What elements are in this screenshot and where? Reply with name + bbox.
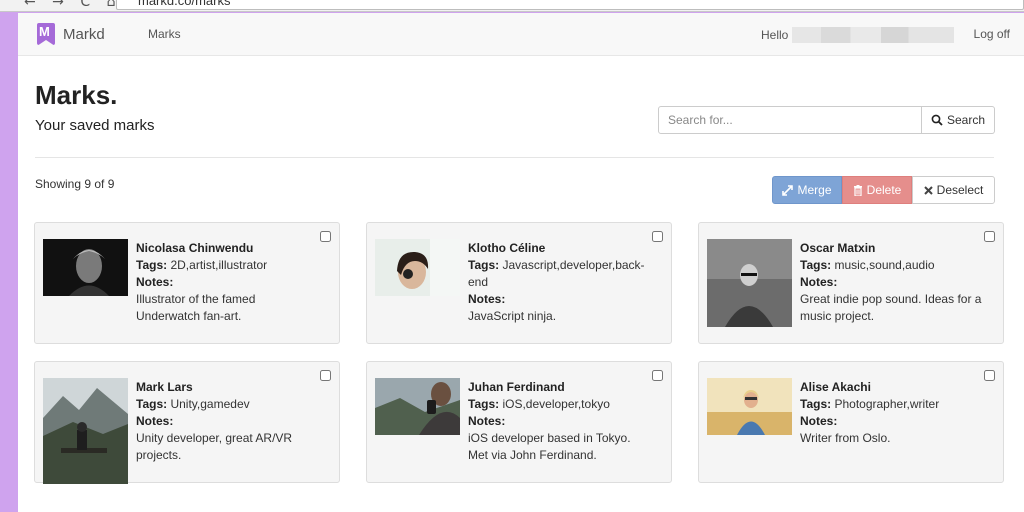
markd-logo-icon: M [37, 23, 55, 46]
mark-tags: iOS,developer,tokyo [502, 397, 610, 411]
mark-details: Alise Akachi Tags: Photographer,writer N… [800, 379, 985, 447]
mark-tags: 2D,artist,illustrator [170, 258, 268, 272]
mark-select-checkbox[interactable] [652, 370, 663, 381]
mark-name: Juhan Ferdinand [468, 380, 565, 394]
address-url: markd.co/marks [138, 0, 231, 8]
mark-select-checkbox[interactable] [652, 231, 663, 242]
nav-link-marks[interactable]: Marks [148, 27, 181, 41]
mark-card[interactable]: Oscar Matxin Tags: music,sound,audio Not… [698, 222, 1004, 344]
mark-details: Mark Lars Tags: Unity,gamedev Notes: Uni… [136, 379, 321, 464]
mark-select-checkbox[interactable] [320, 231, 331, 242]
user-greeting: Hello [761, 27, 955, 43]
search-button-label: Search [946, 113, 986, 127]
brand-name: Markd [63, 25, 105, 43]
mark-name: Alise Akachi [800, 380, 871, 394]
logoff-link[interactable]: Log off [974, 27, 1010, 41]
mark-details: Juhan Ferdinand Tags: iOS,developer,toky… [468, 379, 653, 464]
mark-notes: Unity developer, great AR/VR projects. [136, 431, 293, 462]
mark-details: Oscar Matxin Tags: music,sound,audio Not… [800, 240, 985, 325]
mark-card[interactable]: Mark Lars Tags: Unity,gamedev Notes: Uni… [34, 361, 340, 484]
notes-label: Notes: [468, 292, 506, 306]
mark-card[interactable]: Juhan Ferdinand Tags: iOS,developer,toky… [366, 361, 672, 483]
merge-label: Merge [797, 183, 832, 197]
search-button[interactable]: Search [922, 106, 995, 134]
mark-photo [707, 239, 792, 327]
page: M Markd Marks Hello Log off Marks. Your … [18, 13, 1024, 512]
mark-photo [43, 239, 128, 296]
mark-card[interactable]: Alise Akachi Tags: Photographer,writer N… [698, 361, 1004, 483]
mark-select-checkbox[interactable] [320, 370, 331, 381]
mark-tags: Unity,gamedev [170, 397, 250, 411]
delete-button[interactable]: Delete [842, 176, 912, 204]
hello-label: Hello [761, 28, 789, 42]
search-icon [931, 114, 943, 126]
mark-notes: iOS developer based in Tokyo. Met via Jo… [468, 431, 631, 462]
browser-nav-buttons[interactable]: ← → C ⌂ [24, 0, 121, 10]
navbar: M Markd Marks Hello Log off [18, 13, 1024, 56]
header-divider [35, 157, 994, 158]
page-subtitle: Your saved marks [35, 117, 155, 134]
mark-select-checkbox[interactable] [984, 231, 995, 242]
mark-card[interactable]: Nicolasa Chinwendu Tags: 2D,artist,illus… [34, 222, 340, 344]
mark-notes: Great indie pop sound. Ideas for a music… [800, 292, 982, 323]
mark-photo [43, 378, 128, 484]
deselect-button[interactable]: Deselect [912, 176, 995, 204]
search-group: Search [658, 106, 995, 134]
merge-icon [782, 184, 794, 196]
search-input[interactable] [658, 106, 922, 134]
mark-photo [707, 378, 792, 435]
mark-name: Klotho Céline [468, 241, 546, 255]
mark-select-checkbox[interactable] [984, 370, 995, 381]
notes-label: Notes: [800, 275, 838, 289]
address-bar[interactable] [116, 0, 1024, 10]
mark-photo [375, 239, 460, 296]
mark-name: Mark Lars [136, 380, 193, 394]
notes-label: Notes: [800, 414, 838, 428]
result-count: Showing 9 of 9 [35, 177, 115, 191]
mark-details: Klotho Céline Tags: Javascript,developer… [468, 240, 653, 325]
trash-icon [853, 184, 862, 196]
notes-label: Notes: [136, 414, 174, 428]
notes-label: Notes: [468, 414, 506, 428]
notes-label: Notes: [136, 275, 174, 289]
mark-details: Nicolasa Chinwendu Tags: 2D,artist,illus… [136, 240, 321, 325]
mark-name: Nicolasa Chinwendu [136, 241, 254, 255]
mark-name: Oscar Matxin [800, 241, 876, 255]
bulk-actions: Merge Delete Deselect [772, 176, 995, 204]
merge-button[interactable]: Merge [772, 176, 842, 204]
browser-toolbar: ← → C ⌂ markd.co/marks [0, 0, 1024, 12]
brand-link[interactable]: M Markd [37, 23, 105, 46]
mark-notes: JavaScript ninja. [468, 309, 557, 323]
close-icon [923, 185, 933, 195]
mark-tags: Photographer,writer [834, 397, 940, 411]
deselect-label: Deselect [936, 183, 984, 197]
page-title: Marks. [35, 80, 118, 110]
mark-photo [375, 378, 460, 435]
delete-label: Delete [866, 183, 902, 197]
mark-notes: Writer from Oslo. [800, 431, 891, 445]
mark-card[interactable]: Klotho Céline Tags: Javascript,developer… [366, 222, 672, 344]
mark-tags: music,sound,audio [834, 258, 935, 272]
redacted-username [792, 27, 955, 43]
mark-notes: Illustrator of the famed Underwatch fan-… [136, 292, 256, 323]
